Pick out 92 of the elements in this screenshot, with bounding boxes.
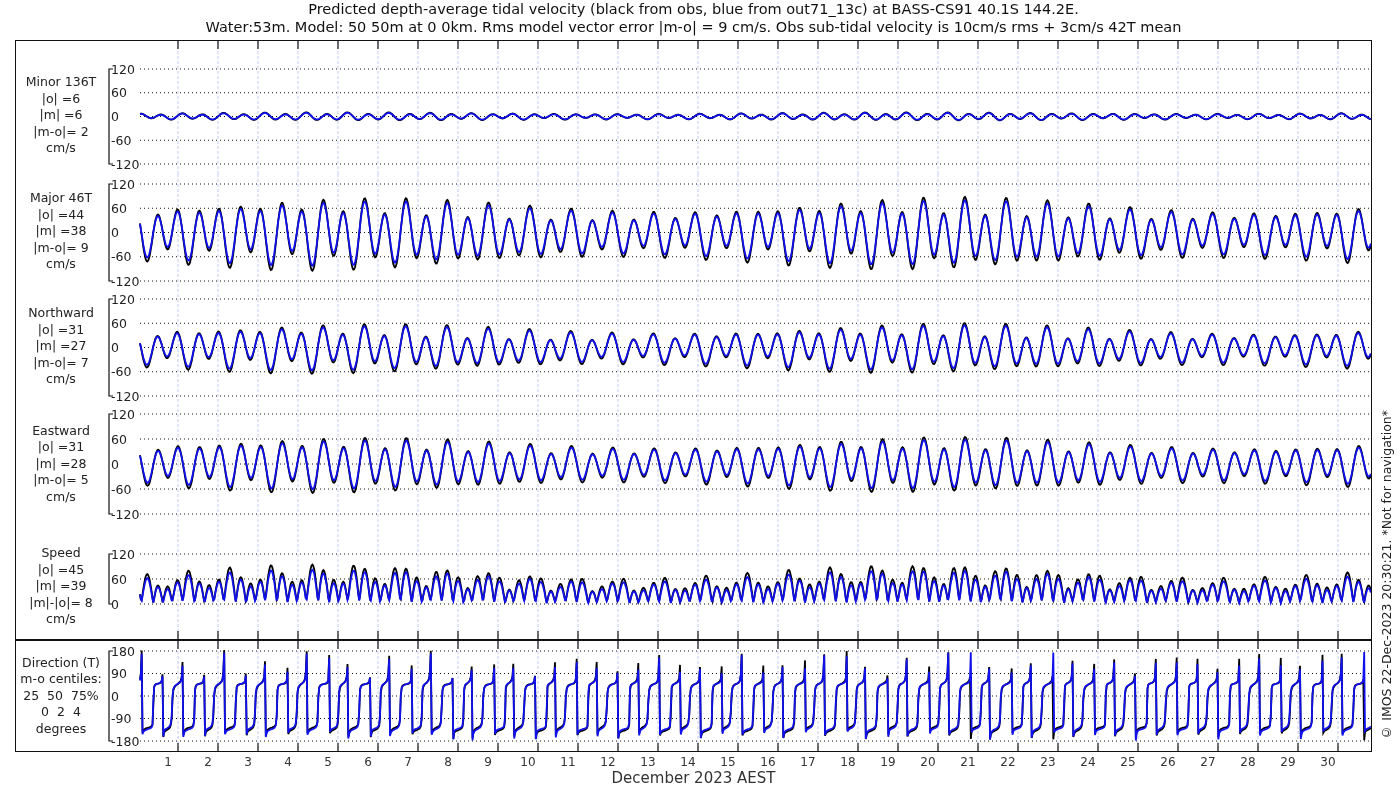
panel-label: |m-o|= 7	[33, 354, 89, 372]
tick-label: -60	[111, 249, 132, 265]
panel-label: |m| =39	[35, 578, 87, 595]
tick-label: 0	[111, 596, 119, 612]
day-label: 27	[1200, 755, 1216, 769]
panel-label: cm/s	[46, 140, 76, 157]
tick-label: 60	[111, 315, 127, 331]
panel-label: |m| =28	[35, 455, 87, 473]
day-label: 7	[404, 755, 412, 769]
copyright-note: © IMOS 22-Dec-2023 20:30:21. *Not for navigation*	[1378, 410, 1394, 740]
day-label: 25	[1120, 755, 1136, 769]
tick-label: 90	[111, 666, 127, 681]
panel-label: |o| =31	[37, 321, 85, 339]
day-label: 6	[364, 755, 372, 769]
day-label: 5	[324, 755, 332, 769]
day-label: 1	[164, 755, 172, 769]
tick-label: 0	[111, 109, 119, 124]
panel-label: degrees	[35, 720, 87, 738]
day-label: 10	[520, 755, 536, 769]
panel-label: Speed	[41, 545, 81, 562]
tick-label: 0	[111, 688, 119, 704]
day-label: 4	[284, 755, 292, 769]
panel-label: Major 46T	[29, 190, 93, 207]
panel-label: |o| =44	[37, 206, 85, 224]
tick-label: -60	[111, 364, 132, 380]
day-label: 30	[1320, 755, 1336, 769]
day-label: 3	[244, 755, 252, 769]
day-label: 14	[680, 755, 696, 769]
day-label: 22	[1000, 755, 1016, 769]
panel-label: |m| =27	[35, 338, 87, 355]
tick-label: 120	[111, 176, 135, 192]
panel-label: cm/s	[46, 611, 76, 628]
tick-label: 180	[111, 643, 135, 659]
day-label: 17	[800, 755, 816, 769]
panel-label: |m-o|= 2	[33, 123, 89, 141]
tick-label: 60	[111, 571, 127, 587]
tick-label: -180	[111, 733, 140, 749]
day-label: 13	[640, 755, 656, 769]
panel-label: cm/s	[46, 371, 76, 388]
day-label: 26	[1160, 755, 1176, 769]
panel-label: m-o centiles:	[20, 671, 102, 688]
panel-label: |m-o|= 5	[33, 472, 89, 489]
day-label: 29	[1280, 755, 1296, 769]
tick-label: 0	[111, 456, 119, 472]
chart-subtitle: Water:53m. Model: 50 50m at 0 0km. Rms model vector error |m-o| = 9 cm/s. Obs sub-tidal velocity is 10cm/s rms + 3cm/s 42T mean	[205, 18, 1182, 36]
tick-label: 60	[111, 200, 127, 216]
tick-label: -90	[111, 711, 132, 726]
tick-label: 0	[111, 340, 119, 355]
day-label: 21	[960, 755, 976, 769]
day-label: 2	[204, 755, 212, 769]
panel-label: Northward	[28, 305, 94, 322]
day-label: 12	[600, 755, 616, 769]
day-label: 8	[444, 755, 452, 769]
tick-label: 120	[111, 291, 135, 307]
panel-label: cm/s	[46, 256, 76, 273]
panel-label: 0 2 4	[41, 704, 81, 721]
panel-label: |m-o|= 9	[33, 239, 89, 257]
day-label: 19	[880, 755, 896, 769]
day-label: 9	[484, 755, 492, 769]
tick-label: -120	[111, 506, 140, 522]
panel-label: 25 50 75%	[23, 687, 99, 705]
axis-title: December 2023 AEST	[611, 769, 776, 787]
panel-label: cm/s	[46, 488, 76, 506]
panel-label: Eastward	[32, 422, 90, 440]
day-label: 15	[720, 755, 736, 769]
panel-label: |m| =6	[39, 107, 83, 124]
chart-title: Predicted depth-average tidal velocity (black from obs, blue from out71_13c) at BASS-CS91 40.1S 144.2E.	[308, 0, 1079, 18]
tick-label: -60	[111, 132, 132, 148]
tick-label: 120	[111, 61, 135, 77]
day-label: 18	[840, 755, 856, 769]
tick-label: 60	[111, 431, 127, 447]
tick-label: 60	[111, 85, 127, 101]
tick-label: 120	[111, 546, 135, 562]
day-label: 24	[1080, 755, 1096, 769]
panel-label: Minor 136T	[25, 74, 97, 91]
tick-label: 0	[111, 225, 119, 240]
tick-label: -60	[111, 481, 132, 497]
tick-label: -120	[111, 388, 140, 404]
day-label: 11	[560, 755, 576, 769]
panel-label: |o| =31	[37, 439, 85, 456]
day-label: 16	[760, 755, 776, 769]
day-label: 20	[920, 755, 936, 769]
day-label: 28	[1240, 755, 1256, 769]
panel-label: Direction (T)	[22, 654, 100, 672]
tick-label: 120	[111, 406, 135, 422]
panel-label: |o| =45	[37, 561, 85, 579]
panel-label: |m| =38	[35, 223, 87, 240]
tick-label: -120	[111, 273, 140, 289]
day-label: 23	[1040, 755, 1056, 769]
panel-label: |m|-|o|= 8	[29, 594, 93, 612]
tick-label: -120	[111, 156, 140, 172]
panel-label: |o| =6	[41, 90, 81, 108]
